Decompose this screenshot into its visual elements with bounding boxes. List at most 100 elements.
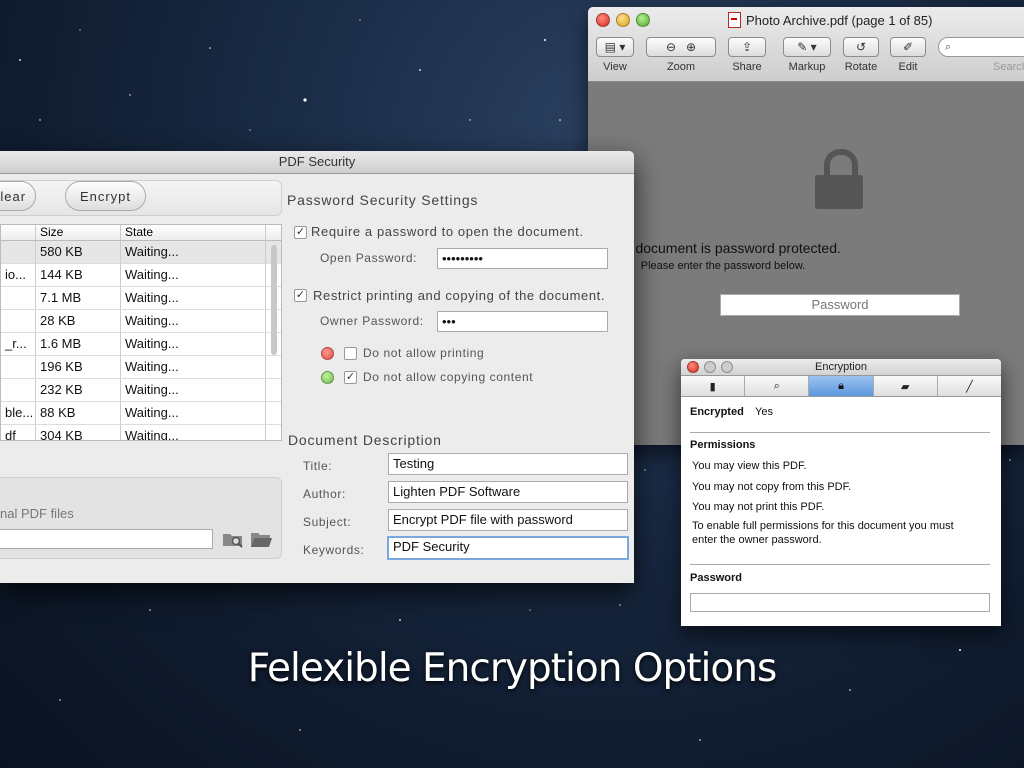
restrict-label: Restrict printing and copying of the doc… [313,288,606,303]
toolbar-rotate[interactable]: ↺ Rotate [843,37,879,73]
lock-icon [815,149,863,209]
close-button[interactable] [596,13,610,27]
toolbar-markup-label: Markup [788,61,826,73]
subject-label: Subject: [303,515,352,529]
unlock-password-field[interactable]: Password [720,294,960,316]
file-state: Waiting... [121,356,266,378]
table-row[interactable]: io... 144 KB Waiting... [1,264,281,287]
file-state: Waiting... [121,310,266,332]
subject-field[interactable]: Encrypt PDF file with password [388,509,628,531]
password-heading: Password [690,572,742,584]
file-size: 232 KB [36,379,121,401]
encryption-title: Encryption [815,361,867,373]
file-state: Waiting... [121,264,266,286]
minimize-button[interactable] [616,13,630,27]
sidebar-icon[interactable]: ▤ ▾ [596,37,634,57]
lock-icon[interactable]: 🔒︎ [809,376,874,396]
file-name [1,241,36,263]
toolbar-zoom[interactable]: ⊖ ⊕ Zoom [646,37,716,73]
permission-view: You may view this PDF. [692,460,807,472]
author-label: Author: [303,487,346,501]
toolbar-markup[interactable]: ✎ ▾ Markup [783,37,831,73]
zoom-window-button[interactable] [721,361,733,373]
file-state: Waiting... [121,402,266,424]
keywords-field[interactable]: PDF Security [387,536,629,560]
pen-icon[interactable]: ╱ [938,376,1001,396]
table-header: Size State [1,225,281,241]
no-copy-checkbox[interactable]: ✓ [344,371,357,384]
toolbar-share-label: Share [732,61,762,73]
table-row[interactable]: 196 KB Waiting... [1,356,281,379]
divider [690,432,990,433]
toolbar-edit[interactable]: ✐ Edit [890,37,926,73]
markup-icon[interactable]: ✎ ▾ [783,37,831,57]
preview-titlebar: Photo Archive.pdf (page 1 of 85) ▤ ▾ Vie… [588,7,1024,82]
table-row[interactable]: df 304 KB Waiting... [1,425,281,440]
table-row[interactable]: 28 KB Waiting... [1,310,281,333]
open-folder-icon[interactable] [250,530,272,548]
file-name [1,356,36,378]
table-row[interactable]: ble... 88 KB Waiting... [1,402,281,425]
restrict-checkbox[interactable]: ✓ [294,289,307,302]
share-icon[interactable]: ⇪ [728,37,766,57]
table-row[interactable]: 232 KB Waiting... [1,379,281,402]
zoom-window-button[interactable] [636,13,650,27]
ruler-icon[interactable]: ▰ [874,376,938,396]
search-icon[interactable]: ⌕ [745,376,810,396]
require-password-checkbox[interactable]: ✓ [294,226,307,239]
no-print-label: Do not allow printing [363,346,485,360]
file-size: 88 KB [36,402,121,424]
toolbar-edit-label: Edit [898,61,918,73]
search-icon: ⌕ [945,41,952,53]
no-print-checkbox[interactable] [344,347,357,360]
title-field[interactable]: Testing [388,453,628,475]
header-size[interactable]: Size [36,225,121,240]
file-size: 28 KB [36,310,121,332]
no-copy-label: Do not allow copying content [363,370,534,384]
table-row[interactable]: 580 KB Waiting... [1,241,281,264]
file-name: ble... [1,402,36,424]
table-row[interactable]: 7.1 MB Waiting... [1,287,281,310]
search-label: Search [993,61,1024,73]
owner-password-input[interactable] [690,593,990,612]
rotate-icon[interactable]: ↺ [843,37,879,57]
toolbar-share[interactable]: ⇪ Share [728,37,766,73]
file-size: 196 KB [36,356,121,378]
file-state: Waiting... [121,333,266,355]
header-name[interactable] [1,225,36,240]
author-field[interactable]: Lighten PDF Software [388,481,628,503]
divider [690,564,990,565]
permission-copy: You may not copy from this PDF. [692,481,852,493]
file-state: Waiting... [121,379,266,401]
permissions-heading: Permissions [690,439,756,451]
open-password-field[interactable]: ••••••••• [437,248,608,269]
find-folder-icon[interactable] [222,530,244,548]
pdf-file-icon [728,12,741,28]
search-input[interactable]: ⌕ [938,37,1024,57]
title-label: Title: [303,459,333,473]
file-table: Size State 580 KB Waiting... io... 144 K… [0,224,282,441]
permission-note-1: To enable full permissions for this docu… [692,520,954,532]
tagline: Felexible Encryption Options [247,646,778,691]
window-controls [596,13,650,27]
clear-button[interactable]: Clear [0,181,36,211]
pdf-security-window: PDF Security Clear Encrypt Size State 58… [0,151,634,583]
minimize-button[interactable] [704,361,716,373]
require-password-label: Require a password to open the document. [311,224,584,239]
description-heading: Document Description [288,432,442,448]
file-state: Waiting... [121,425,266,440]
zoom-icon[interactable]: ⊖ ⊕ [646,37,716,57]
file-name: _r... [1,333,36,355]
output-path-input[interactable] [0,529,213,549]
document-icon[interactable]: ▮ [681,376,746,396]
edit-icon[interactable]: ✐ [890,37,926,57]
table-row[interactable]: _r... 1.6 MB Waiting... [1,333,281,356]
header-state[interactable]: State [121,225,266,240]
owner-password-field[interactable]: ••• [437,311,608,332]
encryption-window: Encryption ▮ ⌕ 🔒︎ ▰ ╱ Encrypted Yes Perm… [681,359,1001,626]
close-button[interactable] [687,361,699,373]
toolbar-view[interactable]: ▤ ▾ View [596,37,634,73]
inspector-tabs: ▮ ⌕ 🔒︎ ▰ ╱ [681,375,1001,397]
table-scrollbar[interactable] [271,245,277,355]
encrypt-button[interactable]: Encrypt [65,181,146,211]
